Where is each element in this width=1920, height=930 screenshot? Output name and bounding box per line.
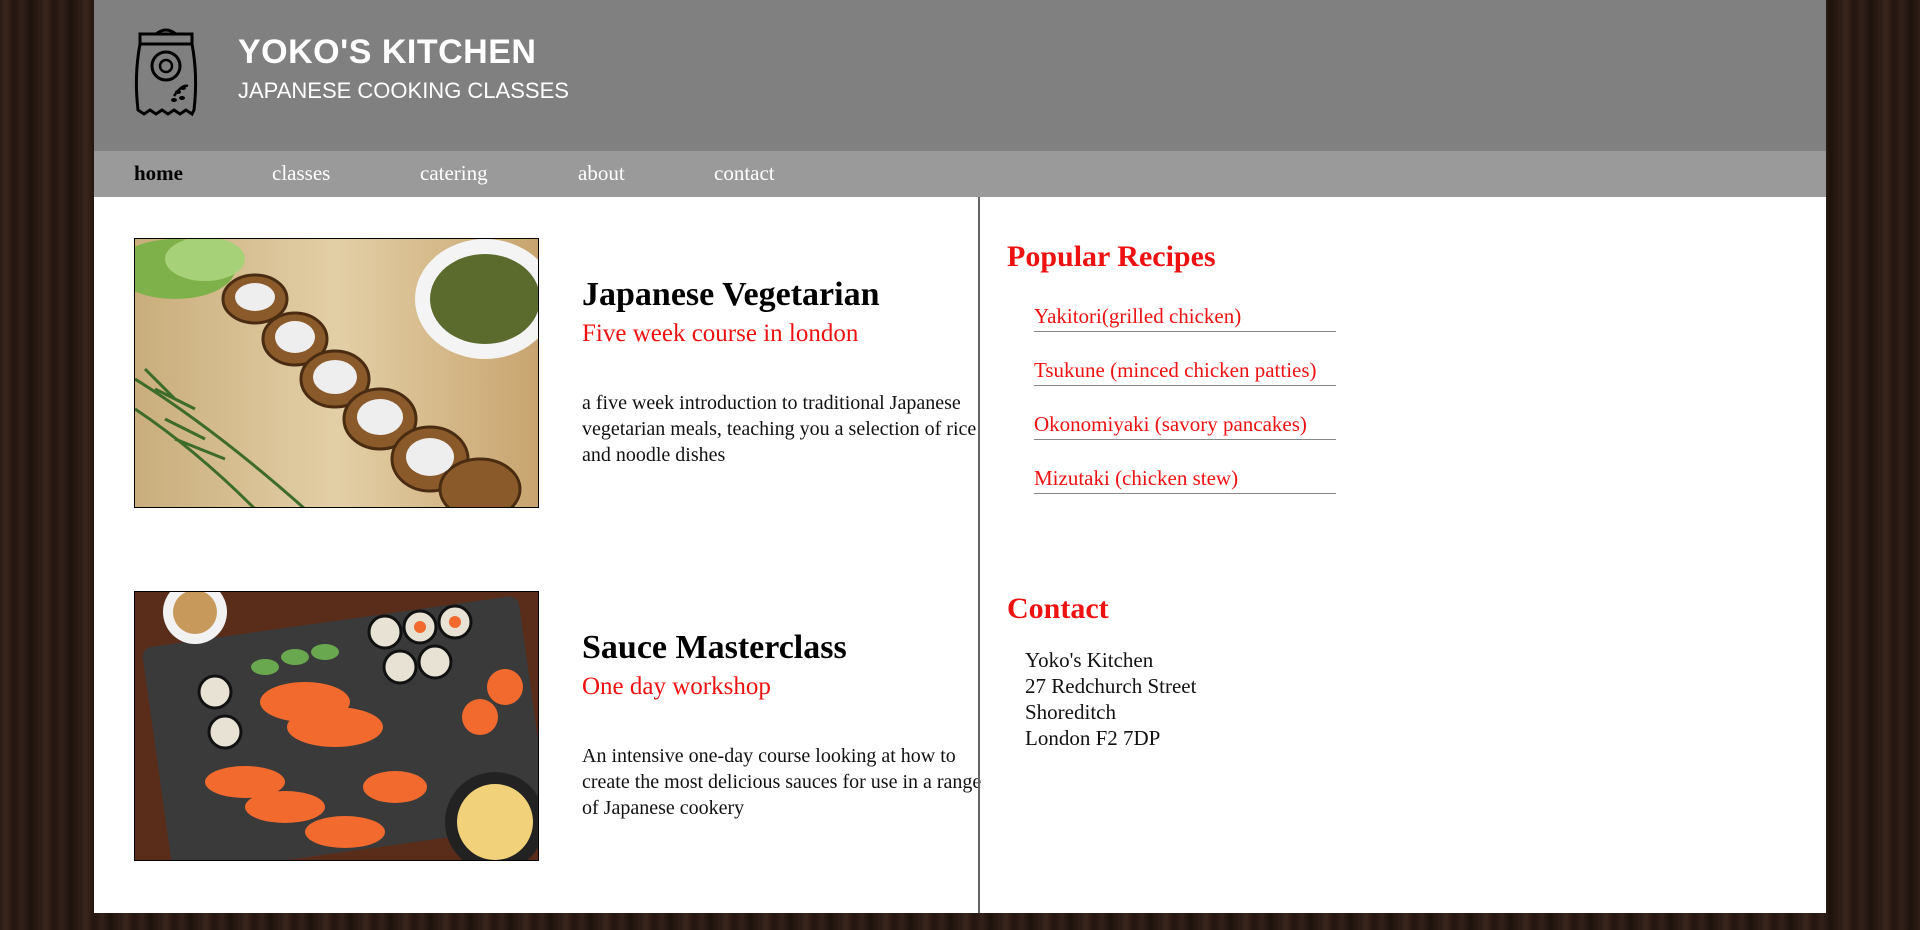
contact-heading: Contact [1007,592,1109,625]
site-subtitle: JAPANESE COOKING CLASSES [238,78,569,103]
course-description: a five week introduction to traditional … [582,392,977,466]
course-description: An intensive one-day course looking at h… [582,745,982,819]
column-divider [978,197,980,913]
recipe-link[interactable]: Yakitori(grilled chicken) [1034,304,1336,332]
contact-city: London F2 7DP [1025,726,1161,750]
nav-item-about[interactable]: about [578,161,625,186]
nav-item-contact[interactable]: contact [714,161,775,186]
recipe-link[interactable]: Okonomiyaki (savory pancakes) [1034,412,1336,440]
contact-street: 27 Redchurch Street [1025,674,1197,698]
contact-area: Shoreditch [1025,700,1116,724]
course-subtitle: One day workshop [582,673,771,700]
recipe-link[interactable]: Tsukune (minced chicken patties) [1034,358,1336,386]
nav-item-catering[interactable]: catering [420,161,488,186]
course-title: Sauce Masterclass [582,629,847,666]
site-header: YOKO'S KITCHEN JAPANESE COOKING CLASSES [94,0,1826,151]
popular-recipes-heading: Popular Recipes [1007,240,1216,273]
nav-item-home[interactable]: home [134,161,183,186]
main-nav: home classes catering about contact [94,151,1826,197]
page-container: YOKO'S KITCHEN JAPANESE COOKING CLASSES … [94,0,1826,913]
site-title: YOKO'S KITCHEN [238,33,537,71]
nav-item-classes[interactable]: classes [272,161,330,186]
course-image-sauce [134,591,539,861]
rice-bag-logo-icon [134,28,198,117]
recipe-link[interactable]: Mizutaki (chicken stew) [1034,466,1336,494]
contact-name: Yoko's Kitchen [1025,648,1154,672]
course-title: Japanese Vegetarian [582,276,880,313]
course-subtitle: Five week course in london [582,320,859,347]
course-image-vegetarian [134,238,539,508]
